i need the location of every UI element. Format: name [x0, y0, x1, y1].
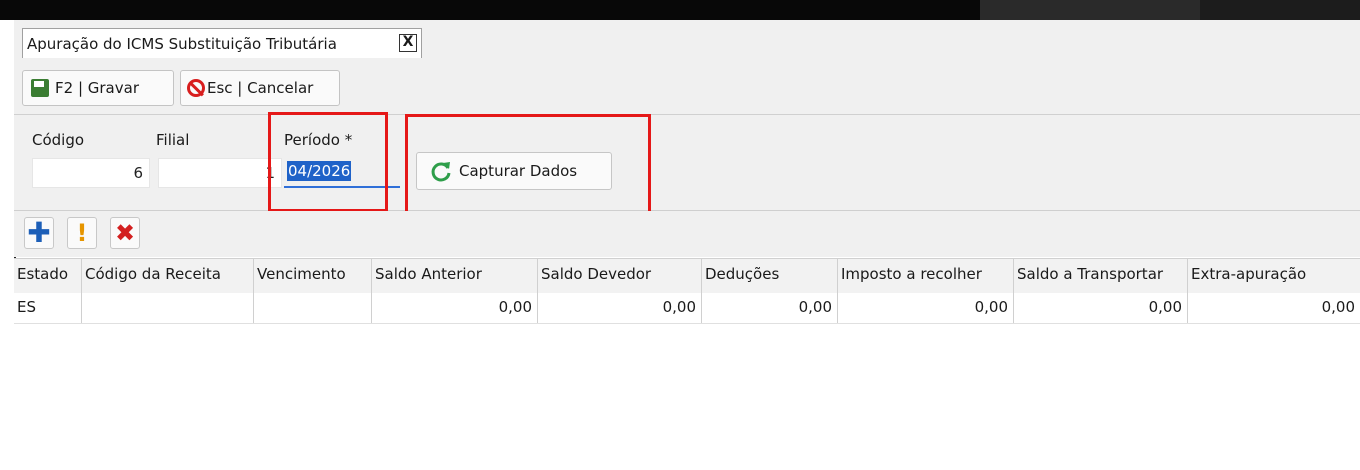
cell-codigo-receita[interactable] — [82, 293, 254, 323]
column-header[interactable]: Deduções — [702, 259, 838, 293]
delete-row-button[interactable]: ✖ — [110, 217, 140, 249]
cell-saldo-devedor[interactable]: 0,00 — [538, 293, 702, 323]
save-button-label: F2 | Gravar — [55, 79, 139, 97]
column-header[interactable]: Saldo Devedor — [538, 259, 702, 293]
filial-field[interactable]: 1 — [158, 158, 282, 188]
close-tab-button[interactable]: X — [399, 34, 417, 52]
cell-estado[interactable]: ES — [14, 293, 82, 323]
plus-icon: ✚ — [27, 216, 51, 249]
column-header[interactable]: Saldo a Transportar — [1014, 259, 1188, 293]
cell-imposto-recolher[interactable]: 0,00 — [838, 293, 1014, 323]
window-top-bar — [0, 0, 1360, 20]
tab-title: Apuração do ICMS Substituição Tributária — [27, 35, 337, 53]
column-header[interactable]: Código da Receita — [82, 259, 254, 293]
cancel-icon — [187, 79, 205, 97]
warning-button[interactable]: ! — [67, 217, 97, 249]
grid-header: Estado Código da Receita Vencimento Sald… — [14, 258, 1360, 294]
cancel-button[interactable]: Esc | Cancelar — [180, 70, 340, 106]
codigo-label: Código — [32, 131, 85, 149]
grid-toolbar: ✚ ! ✖ — [14, 211, 1360, 257]
tab-strip: Apuração do ICMS Substituição Tributária… — [14, 20, 1360, 59]
column-header[interactable]: Extra-apuração — [1188, 259, 1360, 293]
cell-saldo-transportar[interactable]: 0,00 — [1014, 293, 1188, 323]
add-row-button[interactable]: ✚ — [24, 217, 54, 249]
cell-deducoes[interactable]: 0,00 — [702, 293, 838, 323]
filial-label: Filial — [156, 131, 190, 149]
save-button[interactable]: F2 | Gravar — [22, 70, 174, 106]
cancel-button-label: Esc | Cancelar — [207, 79, 314, 97]
grid-empty-area — [14, 324, 1360, 470]
cell-extra-apuracao[interactable]: 0,00 — [1188, 293, 1360, 323]
floppy-disk-icon — [31, 79, 49, 97]
cell-vencimento[interactable] — [254, 293, 372, 323]
cell-saldo-anterior[interactable]: 0,00 — [372, 293, 538, 323]
main-toolbar: F2 | Gravar Esc | Cancelar — [14, 58, 1360, 115]
table-row[interactable]: ES 0,00 0,00 0,00 0,00 0,00 0,00 — [14, 293, 1360, 324]
column-header[interactable]: Estado — [14, 259, 82, 293]
x-icon: ✖ — [114, 219, 136, 247]
column-header[interactable]: Imposto a recolher — [838, 259, 1014, 293]
header-form: Código 6 Filial 1 Período * 04/2026 Capt… — [14, 115, 1360, 211]
codigo-field[interactable]: 6 — [32, 158, 150, 188]
column-header[interactable]: Vencimento — [254, 259, 372, 293]
tab-apuracao[interactable]: Apuração do ICMS Substituição Tributária… — [22, 28, 422, 58]
highlight-periodo — [268, 112, 388, 212]
column-header[interactable]: Saldo Anterior — [372, 259, 538, 293]
exclamation-icon: ! — [76, 219, 88, 247]
